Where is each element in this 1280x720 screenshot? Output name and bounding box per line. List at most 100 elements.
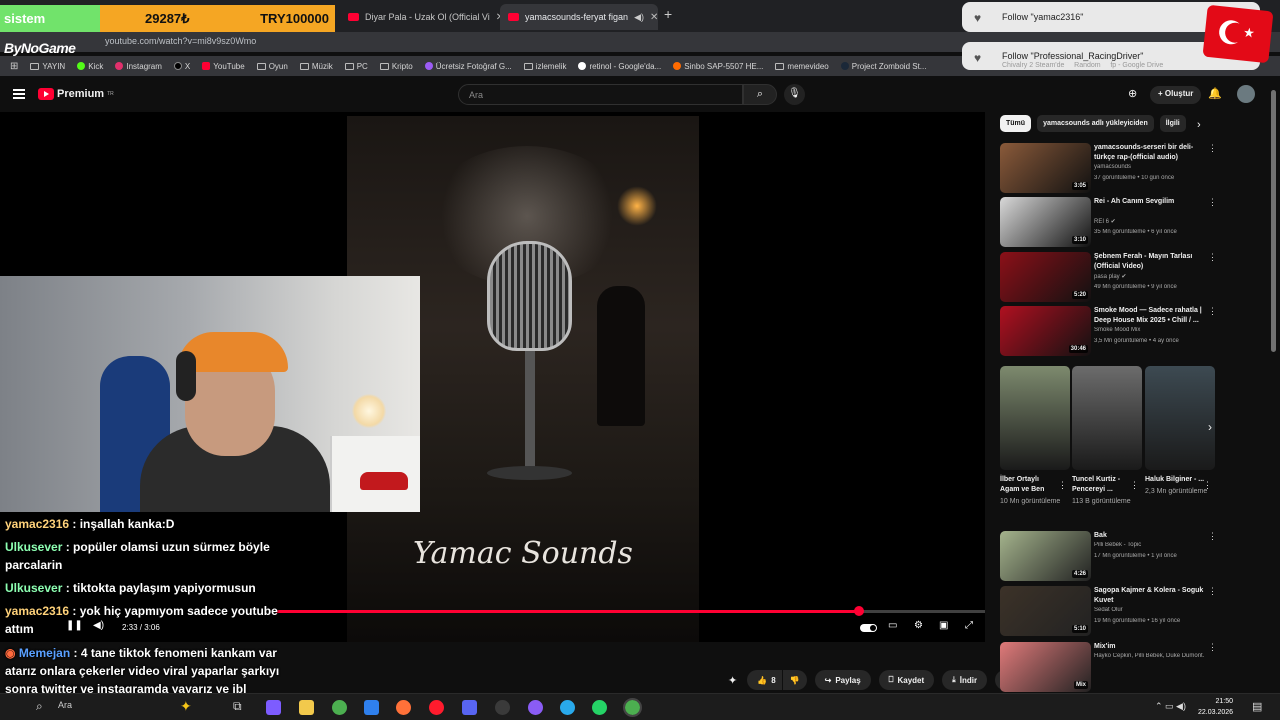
- video-thumbnail[interactable]: 5:10: [1000, 586, 1091, 636]
- shorts-title[interactable]: Tuncel Kurtiz - Pencereyi ...: [1072, 475, 1132, 495]
- create-button[interactable]: + Oluştur: [1150, 86, 1202, 104]
- more-options-icon[interactable]: ⋮: [1208, 197, 1217, 208]
- microphone-icon[interactable]: 🎙: [784, 84, 805, 105]
- bookmark-youtube[interactable]: YouTube: [202, 62, 245, 71]
- more-options-icon[interactable]: ⋮: [1208, 306, 1217, 317]
- shorts-item[interactable]: Haluk Bilginer - ... 2,3 Mn görüntüleme ⋮: [1145, 366, 1215, 496]
- bookmark-kick[interactable]: Kick: [77, 62, 103, 71]
- video-title[interactable]: Şebnem Ferah - Mayın Tarlası (Official V…: [1094, 252, 1204, 272]
- avatar[interactable]: [1237, 85, 1255, 103]
- channel-name[interactable]: yamacsounds: [1094, 164, 1204, 170]
- tab-yamacsounds[interactable]: yamacsounds-feryat figan ◀) ✕: [500, 4, 658, 30]
- recommendation-item[interactable]: Mix Mix'im Hayko Cepkin, Pilli Bebek, Duke…: [1000, 642, 1220, 692]
- autoplay-toggle[interactable]: [860, 624, 877, 632]
- file-explorer-icon[interactable]: [299, 700, 314, 715]
- bookmark-zomboid[interactable]: Project Zomboid St...: [840, 62, 926, 71]
- bookmark-x[interactable]: X: [173, 62, 190, 71]
- video-title[interactable]: Rei - Ah Canım Sevgilim: [1094, 197, 1204, 207]
- fullscreen-icon[interactable]: ⤢: [965, 620, 973, 631]
- chrome-icon[interactable]: [332, 700, 347, 715]
- video-title[interactable]: Sagopa Kajmer & Kolera - Soguk Kuvet: [1094, 586, 1204, 606]
- more-options-icon[interactable]: ⋮: [1130, 480, 1139, 491]
- channel-name[interactable]: Pilli Bebek - Topic: [1094, 542, 1204, 548]
- cast-icon[interactable]: ⊕: [1128, 87, 1137, 100]
- copilot-icon[interactable]: [266, 700, 281, 715]
- notifications-bell-icon[interactable]: 🔔: [1208, 87, 1222, 100]
- url-field[interactable]: youtube.com/watch?v=mi8v9sz0Wmo: [105, 36, 256, 46]
- scrollbar[interactable]: [1271, 90, 1276, 352]
- shorts-title[interactable]: Haluk Bilginer - ...: [1145, 475, 1205, 485]
- close-tab-icon[interactable]: ✕: [650, 12, 658, 23]
- tab-diyar-pala[interactable]: Diyar Pala - Uzak Ol (Official Vi ✕: [340, 4, 500, 30]
- shorts-title[interactable]: İlber Ortaylı Agam ve Ben: [1000, 475, 1060, 495]
- video-thumbnail[interactable]: 4:26: [1000, 531, 1091, 581]
- mail-icon[interactable]: [364, 700, 379, 715]
- app-icon[interactable]: [528, 700, 543, 715]
- youtube-logo[interactable]: Premium TR: [38, 88, 114, 100]
- search-icon[interactable]: ⌕: [36, 699, 43, 714]
- bookmark-yayin[interactable]: YAYIN: [30, 62, 65, 71]
- channel-name[interactable]: Smoke Mood Mix: [1094, 327, 1204, 333]
- bookmark-pc[interactable]: PC: [344, 62, 368, 71]
- video-thumbnail[interactable]: 3:10: [1000, 197, 1091, 247]
- like-button[interactable]: 👍 8: [747, 670, 782, 690]
- more-options-icon[interactable]: ⋮: [1208, 586, 1217, 597]
- video-title[interactable]: Bak: [1094, 531, 1204, 541]
- recommendation-item[interactable]: 3:10 Rei - Ah Canım Sevgilim REI 6 ✔ 35 Mn …: [1000, 197, 1220, 247]
- video-title[interactable]: yamacsounds-serseri bir deli-türkçe rap-…: [1094, 143, 1204, 163]
- copilot-sparkle-icon[interactable]: ✦: [180, 698, 192, 715]
- shorts-thumbnail[interactable]: [1000, 366, 1070, 470]
- bookmark-oyun[interactable]: Oyun: [256, 62, 288, 71]
- scrubber-handle[interactable]: [853, 606, 864, 616]
- bookmark-izlemelik[interactable]: izlemelik: [523, 62, 566, 71]
- telegram-icon[interactable]: [560, 700, 575, 715]
- bookmark-instagram[interactable]: Instagram: [115, 62, 162, 71]
- subtitles-icon[interactable]: ▭: [888, 620, 897, 631]
- video-thumbnail[interactable]: 5:20: [1000, 252, 1091, 302]
- chip-all[interactable]: Tümü: [1000, 115, 1032, 132]
- recommendation-item[interactable]: 3:05 yamacsounds-serseri bir deli-türkçe …: [1000, 143, 1220, 193]
- remix-icon[interactable]: ✦: [728, 674, 737, 687]
- channel-name[interactable]: Hayko Cepkin, Pilli Bebek, Duke Dumont..…: [1094, 653, 1204, 659]
- video-title[interactable]: Smoke Mood — Sadece rahatla | Deep House…: [1094, 306, 1204, 326]
- progress-bar[interactable]: [276, 606, 985, 616]
- bookmark-memevideo[interactable]: memevideo: [775, 62, 829, 71]
- dislike-button[interactable]: 👎: [782, 670, 807, 690]
- search-icon[interactable]: ⌕: [743, 84, 777, 105]
- bookmark-foto[interactable]: Ücretsiz Fotoğraf G...: [424, 62, 512, 71]
- firefox-icon[interactable]: [396, 700, 411, 715]
- taskbar-search[interactable]: Ara: [58, 700, 72, 710]
- more-options-icon[interactable]: ⋮: [1203, 480, 1212, 491]
- recommendation-item[interactable]: 30:46 Smoke Mood — Sadece rahatla | Deep …: [1000, 306, 1220, 356]
- bookmark-muzik[interactable]: Müzik: [299, 62, 333, 71]
- task-view-icon[interactable]: ⧉: [233, 699, 242, 714]
- recommendation-item[interactable]: 4:26 Bak Pilli Bebek - Topic 17 Mn görüntül…: [1000, 531, 1220, 581]
- bookmark-retinol[interactable]: retinol - Google'da...: [578, 62, 661, 71]
- new-tab-button[interactable]: +: [664, 6, 672, 22]
- shorts-thumbnail[interactable]: [1145, 366, 1215, 470]
- more-options-icon[interactable]: ⋮: [1208, 642, 1217, 653]
- bookmark-kripto[interactable]: Kripto: [379, 62, 413, 71]
- recommendation-item[interactable]: 5:20 Şebnem Ferah - Mayın Tarlası (Offici…: [1000, 252, 1220, 302]
- more-options-icon[interactable]: ⋮: [1208, 143, 1217, 154]
- apps-grid-icon[interactable]: ⊞: [10, 61, 18, 72]
- save-button[interactable]: ⎕ Kaydet: [878, 670, 935, 690]
- video-thumbnail[interactable]: Mix: [1000, 642, 1091, 692]
- settings-gear-icon[interactable]: ⚙: [914, 620, 923, 631]
- chevron-right-icon[interactable]: ›: [1197, 119, 1201, 131]
- obs-icon[interactable]: [495, 700, 510, 715]
- system-tray[interactable]: ⌃ ▭ ◀): [1155, 701, 1186, 712]
- channel-name[interactable]: REI 6 ✔: [1094, 218, 1204, 225]
- chip-related[interactable]: İlgili: [1159, 115, 1186, 132]
- more-options-icon[interactable]: ⋮: [1208, 531, 1217, 542]
- channel-name[interactable]: pasa play ✔: [1094, 273, 1204, 280]
- video-thumbnail[interactable]: 30:46: [1000, 306, 1091, 356]
- chrome-active-icon[interactable]: [623, 698, 642, 717]
- video-title[interactable]: Mix'im: [1094, 642, 1204, 652]
- more-options-icon[interactable]: ⋮: [1208, 252, 1217, 263]
- share-button[interactable]: ↪ Paylaş: [814, 670, 871, 690]
- menu-icon[interactable]: [13, 89, 25, 99]
- shorts-next-icon[interactable]: ›: [1208, 420, 1212, 434]
- shorts-thumbnail[interactable]: [1072, 366, 1142, 470]
- chip-from-uploader[interactable]: yamacsounds adlı yükleyiciden: [1037, 115, 1154, 132]
